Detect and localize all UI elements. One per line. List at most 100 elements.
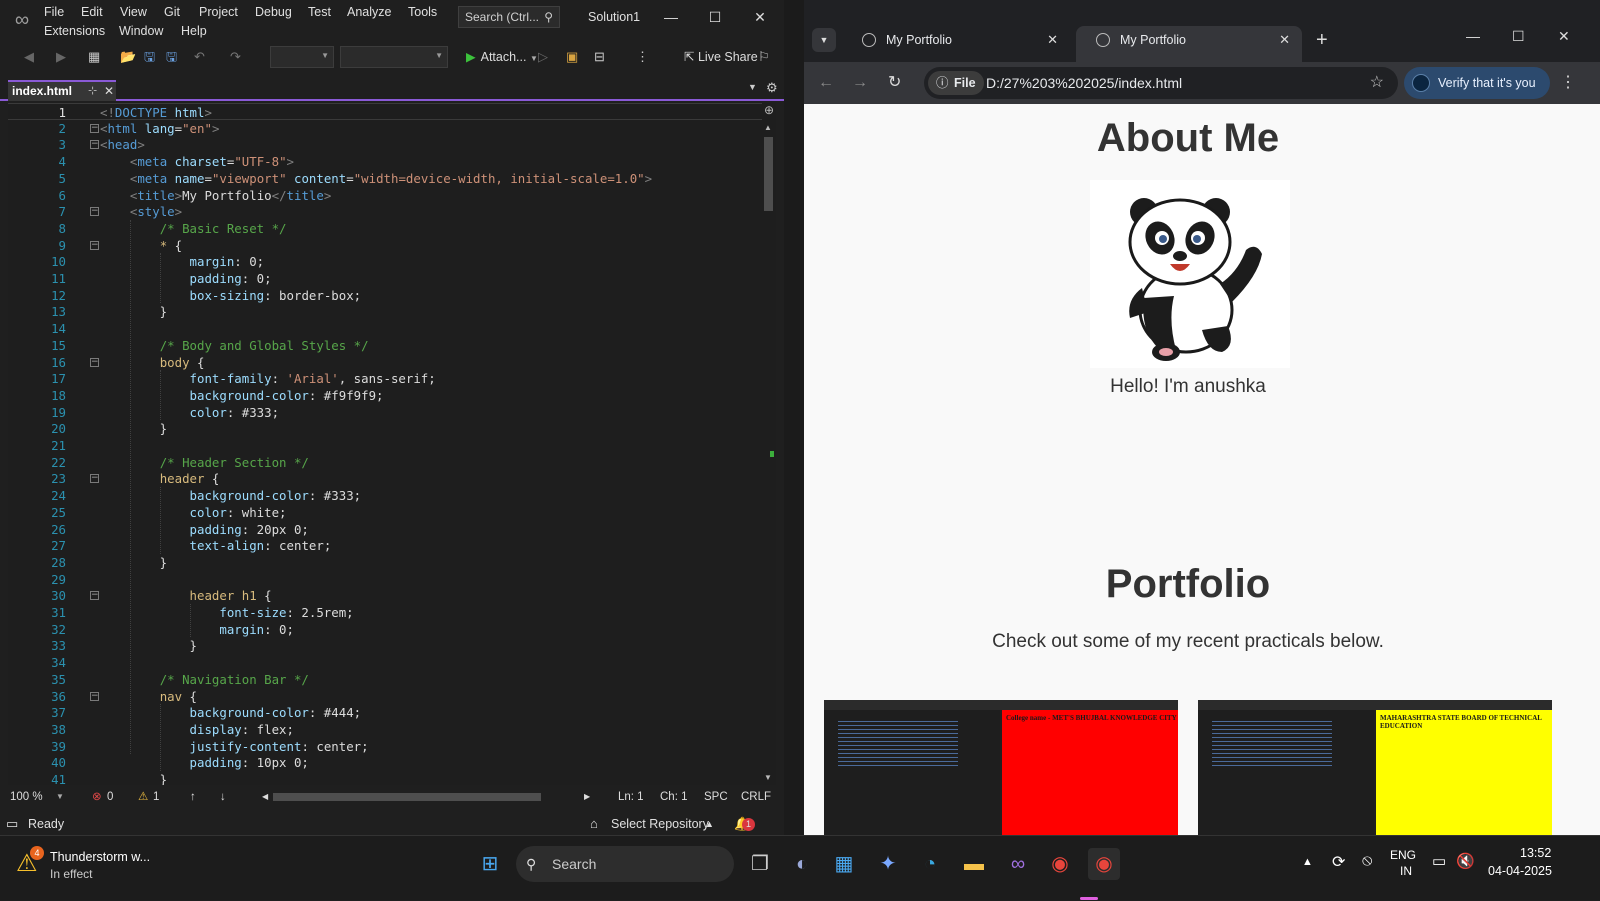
display-icon[interactable]: ▭ bbox=[1432, 852, 1446, 870]
code-line[interactable]: 17 font-family: 'Arial', sans-serif; bbox=[8, 370, 762, 387]
close-tab-icon[interactable]: ✕ bbox=[1279, 26, 1290, 54]
visual-studio-logo-icon[interactable]: ∞ bbox=[10, 8, 34, 32]
code-line[interactable]: 6 <title>My Portfolio</title> bbox=[8, 187, 762, 204]
scroll-down-icon[interactable]: ▼ bbox=[764, 773, 772, 782]
overflow-icon[interactable]: ⋮ bbox=[636, 48, 649, 66]
vertical-scrollbar[interactable]: ⊕ ▲ ▼ bbox=[762, 103, 776, 785]
menu-test[interactable]: Test bbox=[308, 2, 331, 22]
fold-toggle-icon[interactable]: − bbox=[90, 691, 99, 701]
fold-toggle-icon[interactable]: − bbox=[90, 357, 99, 367]
maximize-icon[interactable]: ☐ bbox=[704, 6, 726, 28]
menu-extensions[interactable]: Extensions bbox=[44, 21, 105, 41]
start-windows-icon[interactable]: ⊞ bbox=[474, 848, 506, 880]
menu-help[interactable]: Help bbox=[181, 21, 207, 41]
error-icon[interactable]: ⊗ bbox=[92, 787, 102, 807]
network-icon[interactable]: ⦸ bbox=[1362, 852, 1372, 870]
open-folder-icon[interactable]: 📂 bbox=[120, 48, 136, 66]
gear-icon[interactable]: ⚙ bbox=[766, 80, 778, 96]
code-line[interactable]: 39 justify-content: center; bbox=[8, 738, 762, 755]
code-line[interactable]: 22 /* Header Section */ bbox=[8, 454, 762, 471]
code-line[interactable]: 36 − nav { bbox=[8, 688, 762, 705]
vs-search-box[interactable]: Search (Ctrl... ⚲ bbox=[458, 6, 560, 28]
line-ending[interactable]: CRLF bbox=[741, 787, 771, 807]
code-line[interactable]: 35 /* Navigation Bar */ bbox=[8, 671, 762, 688]
input-language-region[interactable]: IN bbox=[1400, 864, 1412, 878]
forward-icon[interactable]: → bbox=[852, 72, 868, 94]
visual-studio-taskbar-icon[interactable]: ∞ bbox=[1002, 848, 1034, 880]
code-line[interactable]: 2 − <html lang="en"> bbox=[8, 120, 762, 137]
code-line[interactable]: 10 margin: 0; bbox=[8, 253, 762, 270]
tab-my-portfolio-1[interactable]: My Portfolio ✕ bbox=[842, 26, 1070, 62]
menu-project[interactable]: Project bbox=[199, 2, 238, 22]
code-line[interactable]: 8 /* Basic Reset */ bbox=[8, 220, 762, 237]
minimize-icon[interactable]: — bbox=[1466, 28, 1480, 44]
feedback-icon[interactable]: ⚐ bbox=[758, 48, 770, 66]
taskbar-search-box[interactable]: ⚲ Search bbox=[516, 846, 734, 882]
menu-git[interactable]: Git bbox=[164, 2, 180, 22]
practical-thumbnail-2[interactable]: MAHARASHTRA STATE BOARD OF TECHNICAL EDU… bbox=[1198, 700, 1552, 835]
code-line[interactable]: 25 color: white; bbox=[8, 504, 762, 521]
code-line[interactable]: 37 background-color: #444; bbox=[8, 704, 762, 721]
menu-edit[interactable]: Edit bbox=[81, 2, 103, 22]
save-all-icon[interactable]: 🖫 bbox=[166, 48, 177, 66]
warning-count[interactable]: 1 bbox=[153, 787, 159, 807]
input-language-primary[interactable]: ENG bbox=[1390, 848, 1416, 862]
menu-debug[interactable]: Debug bbox=[255, 2, 292, 22]
new-tab-icon[interactable]: + bbox=[1316, 26, 1328, 54]
save-icon[interactable]: 🖫 bbox=[144, 48, 155, 66]
warning-icon[interactable]: ⚠ bbox=[138, 787, 148, 807]
select-repository-button[interactable]: Select Repository bbox=[611, 813, 709, 835]
new-project-icon[interactable]: ▦ bbox=[88, 48, 100, 66]
scroll-up-icon[interactable]: ▲ bbox=[764, 123, 772, 132]
address-bar[interactable]: File D:/27%203%202025/index.html ☆ bbox=[924, 67, 1398, 99]
menu-analyze[interactable]: Analyze bbox=[347, 2, 391, 22]
line-number[interactable]: Ln: 1 bbox=[618, 787, 644, 807]
code-line[interactable]: 26 padding: 20px 0; bbox=[8, 521, 762, 538]
forward-nav-icon[interactable]: ▶ bbox=[56, 48, 66, 66]
code-line[interactable]: 28 } bbox=[8, 554, 762, 571]
code-line[interactable]: 41 } bbox=[8, 771, 762, 785]
previous-issue-icon[interactable]: ↑ bbox=[190, 787, 196, 807]
verify-identity-button[interactable]: Verify that it's you bbox=[1404, 67, 1550, 99]
code-line[interactable]: 13 } bbox=[8, 303, 762, 320]
maximize-icon[interactable]: ☐ bbox=[1512, 28, 1525, 45]
volume-muted-icon[interactable]: 🔇 bbox=[1456, 852, 1475, 870]
configuration-dropdown[interactable]: ▼ bbox=[270, 46, 334, 68]
pin-icon[interactable]: ⊹ bbox=[88, 82, 97, 100]
menu-view[interactable]: View bbox=[120, 2, 147, 22]
fold-toggle-icon[interactable]: − bbox=[90, 123, 99, 133]
code-line[interactable]: 15 /* Body and Global Styles */ bbox=[8, 337, 762, 354]
column-number[interactable]: Ch: 1 bbox=[660, 787, 688, 807]
close-window-icon[interactable]: ✕ bbox=[1558, 28, 1570, 45]
code-line[interactable]: 1 <!DOCTYPE html> bbox=[8, 103, 762, 120]
bookmark-star-icon[interactable]: ☆ bbox=[1370, 67, 1384, 99]
tab-search-icon[interactable]: ▼ bbox=[812, 28, 836, 52]
scroll-left-icon[interactable]: ◀ bbox=[262, 787, 268, 807]
weather-widget[interactable]: ⚠ 4 Thunderstorm w... In effect bbox=[16, 846, 166, 886]
scrollbar-thumb[interactable] bbox=[764, 137, 773, 211]
code-line[interactable]: 34 bbox=[8, 654, 762, 671]
code-line[interactable]: 7 − <style> bbox=[8, 203, 762, 220]
output-icon[interactable]: ▭ bbox=[6, 813, 18, 835]
attach-button[interactable]: ▶ Attach... ▼ bbox=[466, 46, 538, 68]
code-line[interactable]: 14 bbox=[8, 320, 762, 337]
zoom-level[interactable]: 100 % bbox=[10, 787, 43, 807]
close-icon[interactable]: ✕ bbox=[749, 6, 771, 28]
scroll-right-icon[interactable]: ▶ bbox=[584, 787, 590, 807]
clock-time[interactable]: 13:52 bbox=[1520, 846, 1551, 860]
fold-toggle-icon[interactable]: − bbox=[90, 240, 99, 250]
microsoft-store-icon[interactable]: ▦ bbox=[828, 848, 860, 880]
chevron-up-icon[interactable]: ▲ bbox=[705, 813, 714, 835]
close-tab-icon[interactable]: ✕ bbox=[104, 82, 114, 100]
chrome-menu-icon[interactable]: ⋮ bbox=[1560, 72, 1576, 92]
menu-window[interactable]: Window bbox=[119, 21, 163, 41]
code-line[interactable]: 12 box-sizing: border-box; bbox=[8, 287, 762, 304]
fold-toggle-icon[interactable]: − bbox=[90, 140, 99, 150]
practical-thumbnail-1[interactable]: College name - MET'S BHUJBAL KNOWLEDGE C… bbox=[824, 700, 1178, 835]
code-line[interactable]: 38 display: flex; bbox=[8, 721, 762, 738]
tab-list-dropdown-icon[interactable]: ▼ bbox=[748, 82, 757, 92]
back-icon[interactable]: ← bbox=[818, 72, 834, 94]
undo-icon[interactable]: ↶ bbox=[194, 48, 205, 66]
code-line[interactable]: 29 bbox=[8, 571, 762, 588]
redo-icon[interactable]: ↷ bbox=[230, 48, 241, 66]
